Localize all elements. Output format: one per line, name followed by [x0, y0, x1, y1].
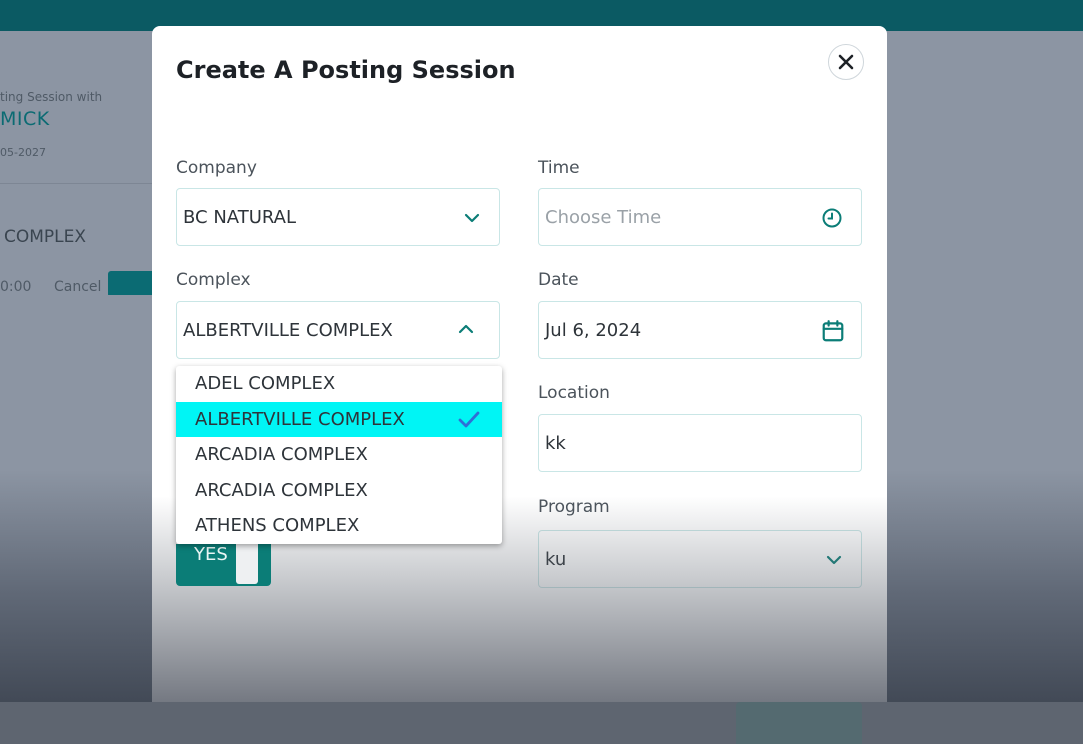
program-label: Program [538, 497, 610, 517]
modal-title: Create A Posting Session [176, 56, 516, 84]
close-button[interactable] [828, 44, 864, 80]
complex-option[interactable]: ADEL COMPLEX [176, 366, 502, 402]
complex-dropdown-list: ADEL COMPLEX ALBERTVILLE COMPLEX ARCADIA… [176, 366, 502, 544]
chevron-down-icon [826, 555, 842, 565]
background-session-caption: ting Session with [0, 90, 103, 104]
create-posting-session-modal: Create A Posting Session Company BC NATU… [152, 26, 887, 702]
complex-option[interactable]: ARCADIA COMPLEX [176, 437, 502, 473]
company-select[interactable]: BC NATURAL [176, 188, 500, 246]
complex-option[interactable]: ATHENS COMPLEX [176, 508, 502, 544]
clock-icon [822, 208, 842, 228]
time-picker[interactable]: Choose Time [538, 188, 862, 246]
toggle-label: YES [194, 544, 228, 565]
background-complex-label: COMPLEX [4, 227, 87, 247]
time-label: Time [538, 158, 580, 178]
complex-option-label: ARCADIA COMPLEX [195, 444, 368, 465]
yes-no-toggle[interactable]: YES [176, 544, 271, 586]
close-icon [838, 54, 854, 70]
background-session-row: 0:00 Cancel [0, 271, 152, 295]
background-row-time: 0:00 [0, 279, 32, 295]
complex-option-label: ALBERTVILLE COMPLEX [195, 408, 405, 430]
location-value: kk [545, 433, 566, 454]
time-placeholder: Choose Time [545, 207, 662, 228]
background-row-button [108, 271, 152, 295]
complex-option-label: ADEL COMPLEX [195, 373, 336, 394]
chevron-up-icon [458, 324, 474, 334]
bottom-action-button [736, 702, 862, 744]
complex-option-selected[interactable]: ALBERTVILLE COMPLEX [176, 401, 502, 437]
calendar-icon [822, 320, 844, 342]
background-row-cancel: Cancel [54, 279, 102, 295]
company-label: Company [176, 158, 257, 178]
program-select[interactable]: ku [538, 530, 862, 588]
background-date: 05-2027 [0, 146, 46, 159]
complex-option-label: ATHENS COMPLEX [195, 515, 360, 536]
bottom-bar [0, 702, 1083, 744]
toggle-knob[interactable] [236, 544, 258, 584]
date-value: Jul 6, 2024 [545, 320, 642, 341]
program-value: ku [545, 549, 567, 570]
location-input[interactable]: kk [538, 414, 862, 472]
background-divider [0, 183, 152, 184]
complex-option-label: ARCADIA COMPLEX [195, 479, 368, 501]
company-value: BC NATURAL [183, 207, 296, 228]
chevron-down-icon [464, 213, 480, 223]
complex-option[interactable]: ARCADIA COMPLEX [176, 473, 502, 509]
location-label: Location [538, 383, 610, 403]
background-user-name: MICK [0, 108, 50, 130]
date-picker[interactable]: Jul 6, 2024 [538, 301, 862, 359]
complex-value: ALBERTVILLE COMPLEX [183, 320, 393, 341]
complex-label: Complex [176, 270, 251, 290]
date-label: Date [538, 270, 579, 290]
checkmark-icon [458, 411, 480, 427]
complex-select[interactable]: ALBERTVILLE COMPLEX [176, 301, 500, 359]
